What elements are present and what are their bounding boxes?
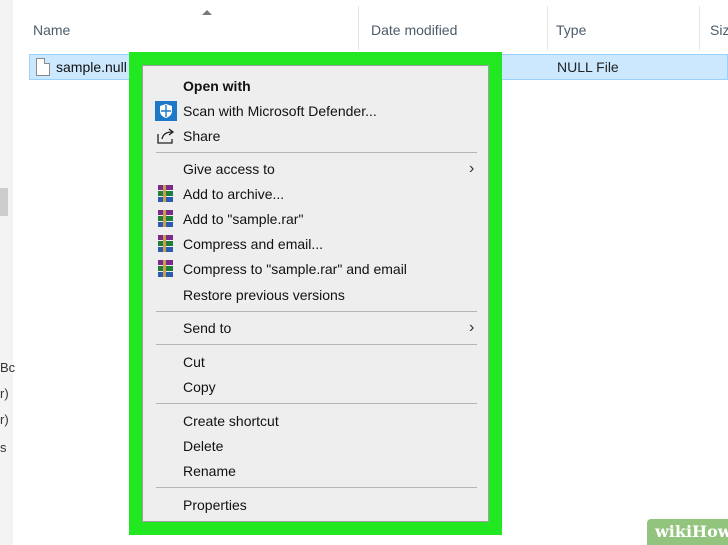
menu-item-label: Share: [183, 128, 221, 144]
menu-item-copy[interactable]: Copy: [143, 375, 488, 399]
nav-item-fragment[interactable]: r): [0, 412, 9, 427]
column-divider[interactable]: [547, 6, 548, 50]
menu-item-rename[interactable]: Rename: [143, 459, 488, 483]
watermark-text: wikiHow: [655, 522, 728, 541]
menu-item-label: Rename: [183, 463, 236, 479]
column-divider[interactable]: [358, 6, 359, 50]
winrar-icon: [158, 235, 173, 252]
menu-separator: [156, 403, 477, 404]
menu-separator: [156, 152, 477, 153]
menu-item-label: Cut: [183, 354, 205, 370]
menu-item-compress-and-email[interactable]: Compress and email...: [143, 232, 488, 256]
menu-separator: [156, 344, 477, 345]
navigation-pane: [0, 0, 13, 545]
menu-item-label: Create shortcut: [183, 413, 279, 429]
menu-item-label: Give access to: [183, 161, 275, 177]
menu-item-label: Send to: [183, 320, 232, 336]
winrar-icon: [158, 210, 173, 227]
column-size[interactable]: Siz: [710, 22, 728, 38]
menu-item-scan-defender[interactable]: Scan with Microsoft Defender...: [143, 99, 488, 123]
menu-item-give-access[interactable]: Give access to ›: [143, 157, 488, 181]
column-date-modified[interactable]: Date modified: [371, 22, 457, 38]
column-name[interactable]: Name: [33, 22, 70, 38]
sort-ascending-icon: [202, 10, 212, 15]
file-type: NULL File: [557, 59, 619, 75]
submenu-arrow-icon: ›: [469, 160, 475, 177]
column-type[interactable]: Type: [556, 22, 586, 38]
submenu-arrow-icon: ›: [469, 319, 475, 336]
menu-item-label: Compress and email...: [183, 236, 324, 252]
nav-item-fragment[interactable]: r): [0, 386, 9, 401]
menu-item-label: Restore previous versions: [183, 287, 345, 303]
menu-item-add-to-rar[interactable]: Add to "sample.rar": [143, 207, 488, 231]
menu-item-label: Open with: [183, 78, 251, 94]
menu-item-label: Copy: [183, 379, 216, 395]
menu-item-share[interactable]: Share: [143, 124, 488, 148]
menu-item-label: Properties: [183, 497, 247, 513]
menu-item-restore-previous-versions[interactable]: Restore previous versions: [143, 283, 488, 307]
column-divider[interactable]: [699, 6, 700, 50]
winrar-icon: [158, 260, 173, 277]
file-name: sample.null: [56, 59, 127, 75]
menu-item-label: Add to "sample.rar": [183, 211, 304, 227]
menu-item-label: Compress to "sample.rar" and email: [183, 261, 407, 277]
menu-item-open-with[interactable]: Open with: [143, 74, 488, 98]
microsoft-defender-icon: [155, 101, 177, 121]
nav-item-fragment[interactable]: s: [0, 440, 7, 455]
menu-item-delete[interactable]: Delete: [143, 434, 488, 458]
menu-item-cut[interactable]: Cut: [143, 350, 488, 374]
menu-item-label: Scan with Microsoft Defender...: [183, 103, 377, 119]
menu-separator: [156, 311, 477, 312]
nav-item-fragment[interactable]: Bc: [0, 360, 15, 375]
share-icon: [157, 128, 175, 144]
menu-item-add-to-archive[interactable]: Add to archive...: [143, 182, 488, 206]
menu-item-properties[interactable]: Properties: [143, 493, 488, 517]
column-header: Name Date modified Type Siz: [13, 0, 728, 50]
menu-item-send-to[interactable]: Send to ›: [143, 316, 488, 340]
menu-item-label: Delete: [183, 438, 224, 454]
menu-separator: [156, 487, 477, 488]
menu-item-compress-rar-and-email[interactable]: Compress to "sample.rar" and email: [143, 257, 488, 281]
menu-item-create-shortcut[interactable]: Create shortcut: [143, 409, 488, 433]
winrar-icon: [158, 185, 173, 202]
menu-item-label: Add to archive...: [183, 186, 285, 202]
file-icon: [36, 58, 50, 76]
context-menu: Open with Scan with Microsoft Defender..…: [142, 65, 489, 522]
nav-scrollbar-thumb[interactable]: [0, 188, 8, 216]
wikihow-watermark: wikiHow: [647, 519, 728, 545]
